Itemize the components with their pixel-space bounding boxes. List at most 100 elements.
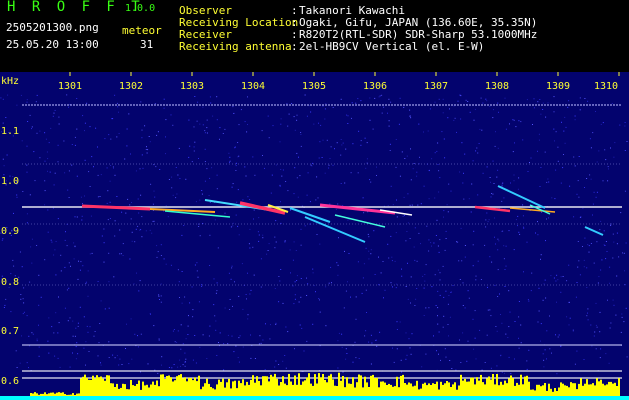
noise-speckle — [168, 179, 170, 180]
noise-speckle — [171, 367, 173, 369]
noise-speckle — [560, 291, 562, 293]
noise-speckle — [157, 372, 159, 374]
noise-speckle — [85, 281, 87, 283]
noise-speckle — [319, 141, 321, 143]
noise-speckle — [104, 138, 106, 140]
noise-speckle — [503, 245, 505, 247]
noise-speckle — [170, 264, 172, 266]
noise-speckle — [196, 270, 198, 272]
noise-speckle — [138, 290, 140, 292]
noise-speckle — [16, 196, 18, 198]
noise-speckle — [392, 347, 393, 349]
noise-speckle — [130, 218, 132, 220]
noise-speckle — [477, 194, 479, 196]
noise-speckle — [389, 150, 391, 151]
noise-speckle — [216, 188, 218, 190]
noise-speckle — [208, 335, 210, 337]
level-bar — [474, 384, 476, 396]
noise-speckle — [234, 281, 235, 283]
noise-speckle — [419, 156, 420, 158]
noise-speckle — [223, 369, 225, 371]
noise-speckle — [242, 199, 244, 201]
noise-speckle — [57, 161, 59, 163]
noise-speckle — [83, 316, 85, 318]
noise-speckle — [546, 218, 547, 220]
level-bar — [460, 374, 462, 396]
noise-speckle — [122, 243, 124, 245]
noise-speckle — [510, 182, 511, 184]
noise-speckle — [306, 194, 308, 196]
noise-speckle — [184, 296, 186, 298]
noise-speckle — [165, 136, 166, 138]
noise-speckle — [147, 363, 149, 365]
level-bar — [488, 376, 490, 396]
noise-speckle — [66, 289, 68, 291]
noise-speckle — [209, 177, 211, 179]
noise-speckle — [206, 132, 208, 134]
noise-speckle — [27, 121, 29, 122]
noise-speckle — [107, 219, 109, 221]
noise-speckle — [347, 281, 348, 283]
noise-speckle — [470, 211, 472, 213]
level-bar — [364, 376, 366, 396]
noise-speckle — [583, 259, 585, 261]
level-bar — [398, 387, 400, 396]
level-bar — [268, 381, 270, 396]
noise-speckle — [26, 164, 28, 166]
noise-speckle — [342, 371, 344, 373]
noise-speckle — [341, 333, 343, 335]
noise-speckle — [192, 359, 194, 361]
noise-speckle — [178, 281, 180, 283]
noise-speckle — [411, 204, 413, 206]
noise-speckle — [493, 183, 495, 184]
noise-speckle — [486, 100, 488, 102]
noise-speckle — [429, 108, 431, 110]
noise-speckle — [136, 272, 137, 274]
noise-speckle — [523, 227, 525, 229]
noise-speckle — [236, 162, 237, 164]
noise-speckle — [290, 272, 291, 274]
noise-speckle — [213, 304, 215, 306]
level-bar — [170, 377, 172, 396]
noise-speckle — [108, 281, 110, 283]
noise-speckle — [563, 154, 564, 155]
noise-speckle — [330, 373, 332, 375]
noise-speckle — [216, 119, 218, 121]
noise-speckle — [608, 168, 609, 170]
noise-speckle — [99, 323, 101, 324]
noise-speckle — [2, 158, 4, 160]
noise-speckle — [194, 335, 196, 336]
noise-speckle — [540, 167, 542, 168]
noise-speckle — [405, 332, 407, 334]
noise-speckle — [522, 204, 524, 206]
noise-speckle — [286, 103, 288, 105]
noise-speckle — [566, 316, 568, 318]
level-bar — [48, 393, 50, 396]
level-bar — [160, 374, 162, 396]
level-bar — [110, 383, 112, 396]
noise-speckle — [582, 207, 584, 209]
noise-speckle — [498, 111, 499, 113]
noise-speckle — [613, 304, 615, 306]
level-bar — [46, 394, 48, 396]
noise-speckle — [253, 218, 254, 220]
noise-speckle — [307, 283, 309, 285]
noise-speckle — [262, 234, 264, 236]
noise-speckle — [568, 264, 570, 266]
noise-speckle — [16, 194, 18, 196]
noise-speckle — [337, 274, 339, 276]
noise-speckle — [447, 303, 449, 305]
noise-speckle — [38, 304, 40, 306]
level-bar — [118, 388, 120, 396]
level-bar — [572, 383, 574, 396]
level-bar — [342, 376, 344, 396]
level-bar — [286, 385, 288, 396]
noise-speckle — [362, 197, 364, 199]
noise-speckle — [13, 265, 15, 267]
level-bar — [394, 386, 396, 396]
noise-speckle — [312, 162, 314, 164]
noise-speckle — [553, 111, 555, 113]
noise-speckle — [401, 275, 403, 277]
noise-speckle — [513, 249, 515, 251]
noise-speckle — [438, 331, 440, 333]
